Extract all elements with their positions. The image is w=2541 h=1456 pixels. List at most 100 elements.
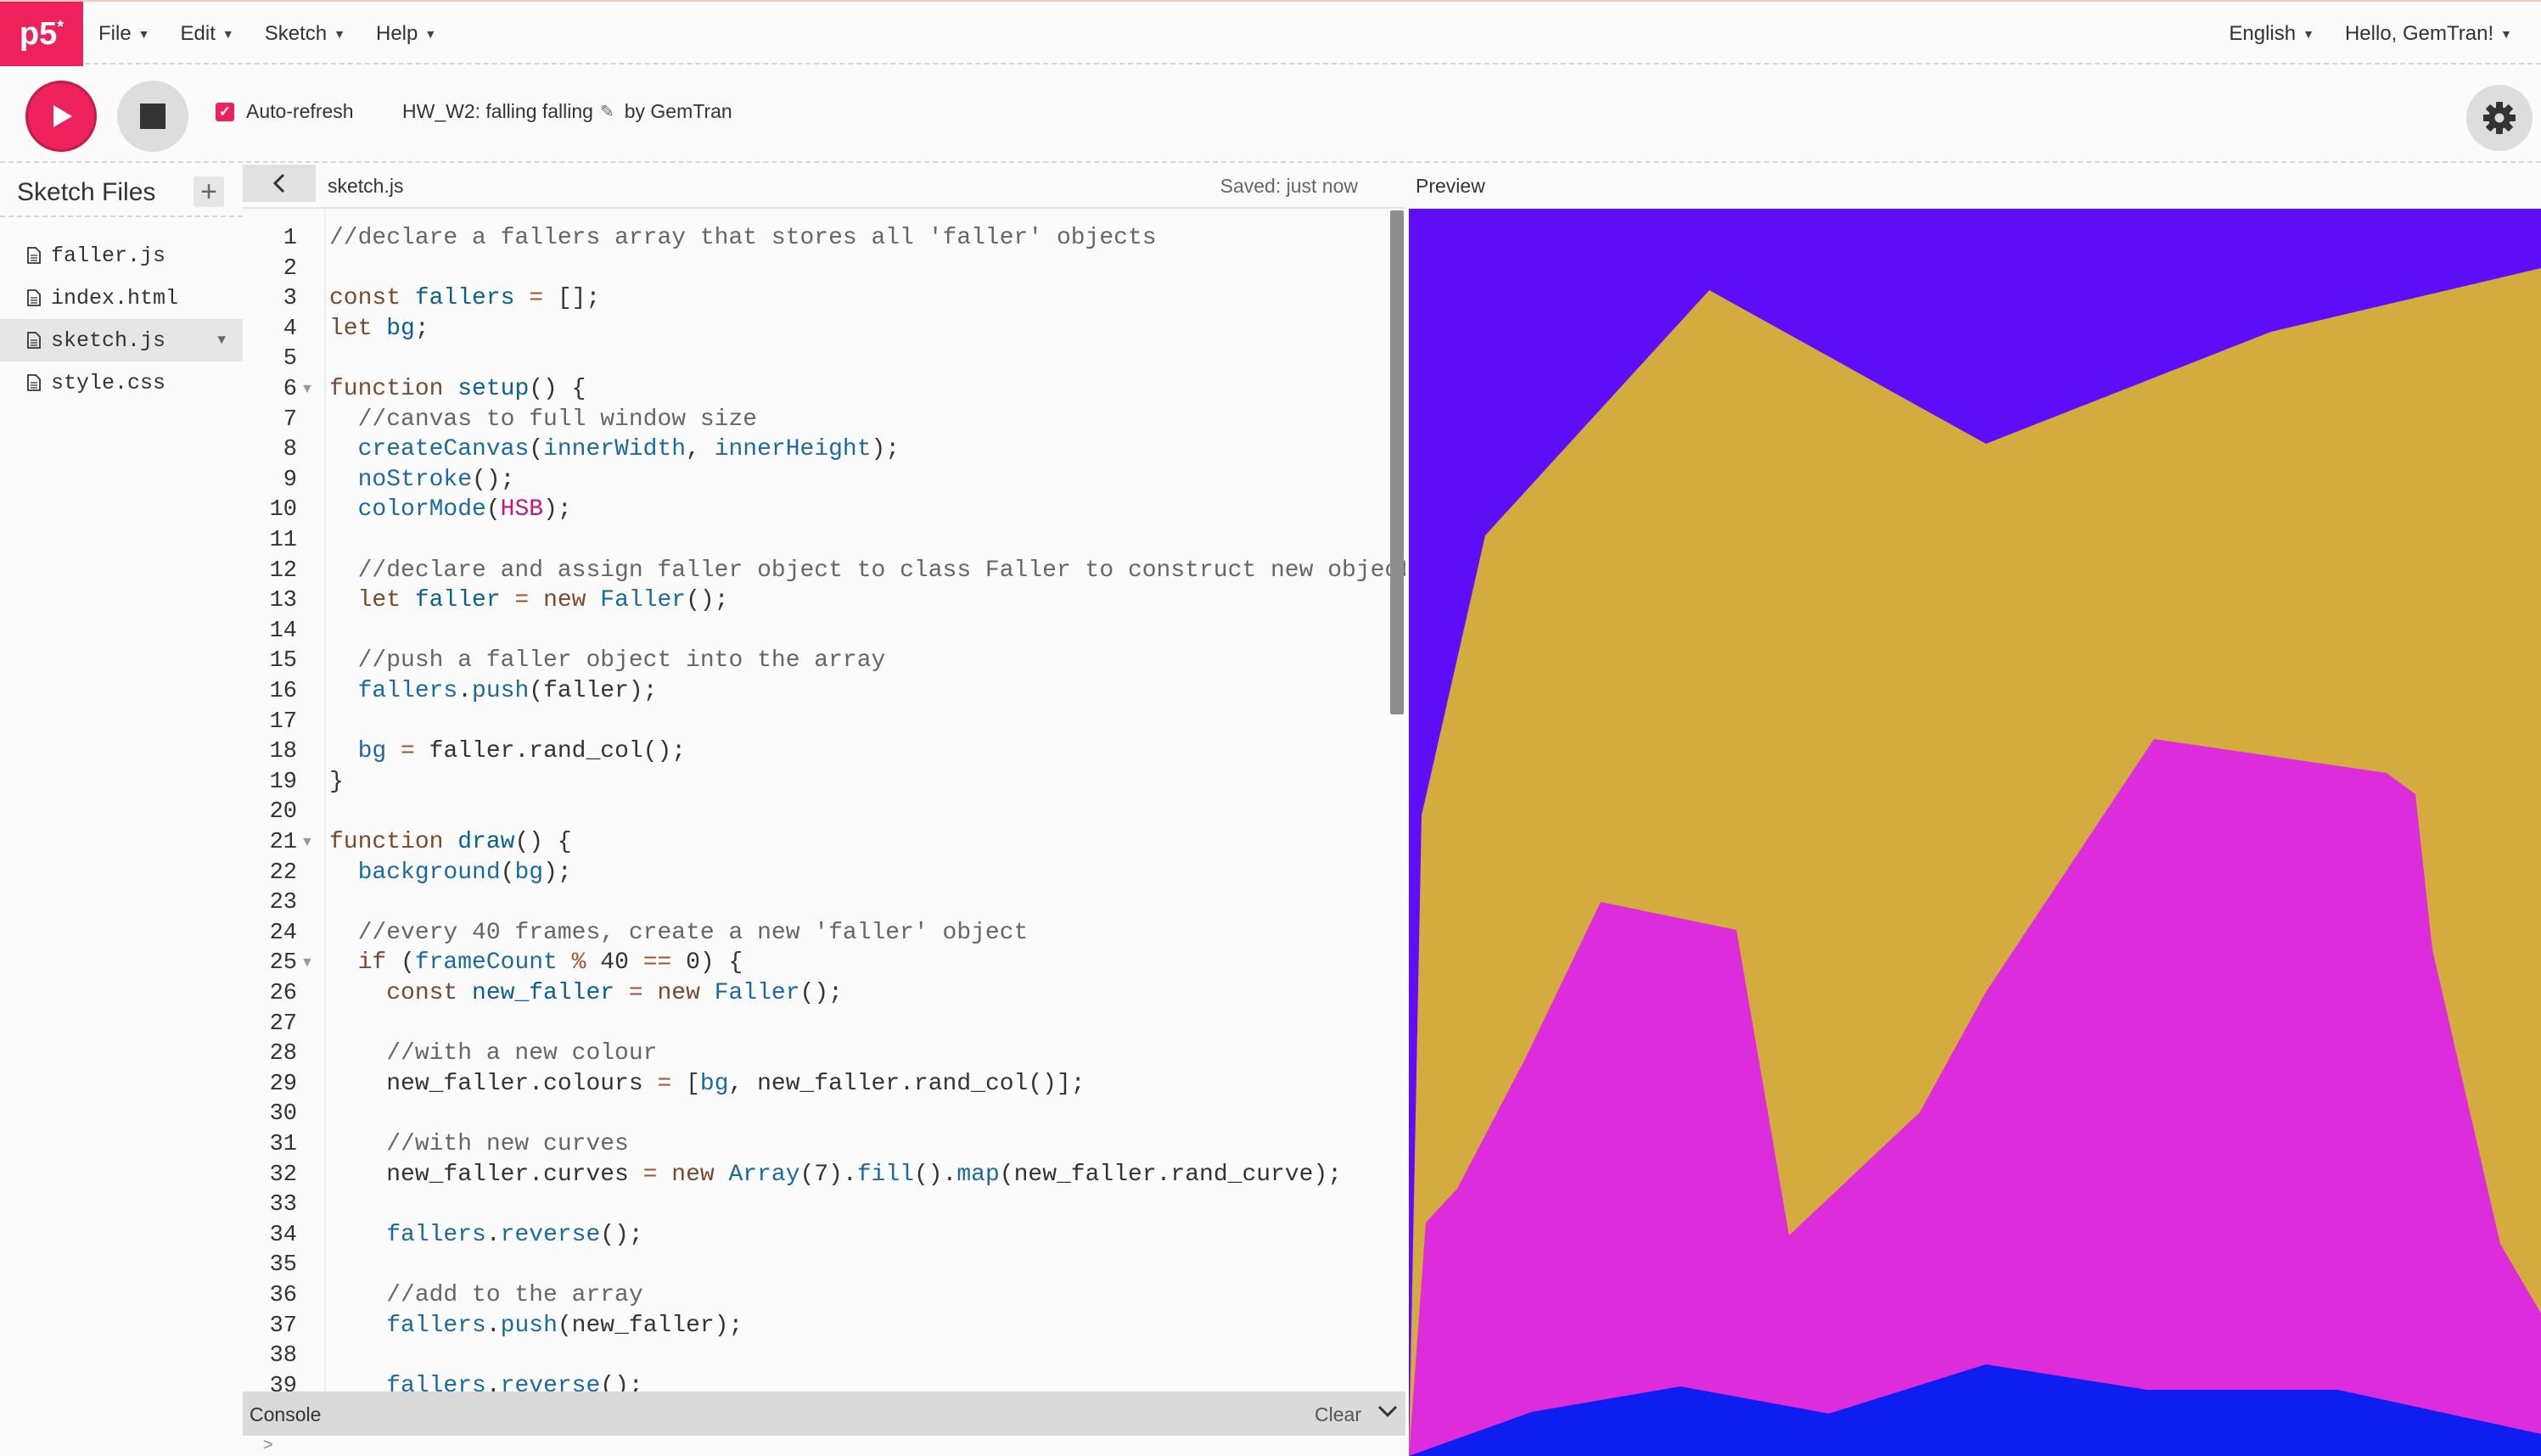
- add-file-button[interactable]: +: [194, 176, 224, 207]
- pencil-icon[interactable]: ✎: [600, 101, 614, 122]
- preview-canvas[interactable]: [1409, 209, 2541, 1456]
- code-line[interactable]: //every 40 frames, create a new 'faller'…: [329, 919, 1029, 948]
- code-line[interactable]: new_faller.colours = [bg, new_faller.ran…: [329, 1070, 1085, 1099]
- code-line[interactable]: fallers.push(faller);: [329, 677, 658, 706]
- code-token: new: [657, 980, 715, 1006]
- p5-logo[interactable]: p5 *: [0, 2, 83, 66]
- code-line[interactable]: let bg;: [329, 315, 429, 344]
- code-token: (: [485, 496, 501, 524]
- fold-triangle-icon[interactable]: ▼: [300, 375, 317, 404]
- file-item-index-html[interactable]: index.html: [0, 277, 243, 319]
- code-line[interactable]: const fallers = [];: [329, 284, 600, 313]
- file-item-sketch-js[interactable]: sketch.js ▼: [0, 319, 243, 361]
- code-token: .: [457, 678, 473, 704]
- line-number: 34: [269, 1222, 297, 1248]
- code-token: fallers: [386, 1372, 486, 1392]
- line-number: 21: [269, 830, 297, 855]
- code-token: Array: [728, 1161, 800, 1188]
- menu-file[interactable]: File ▼: [98, 22, 150, 46]
- menu-help-label: Help: [375, 22, 418, 45]
- code-token: =: [657, 1070, 687, 1097]
- sidebar-header: Sketch Files +: [0, 165, 243, 217]
- code-token: let: [329, 315, 387, 342]
- code-line[interactable]: //with a new colour: [329, 1039, 657, 1068]
- code-token: , new_faller.rand_col()];: [728, 1070, 1085, 1097]
- code-line[interactable]: function setup() {: [329, 375, 586, 404]
- code-token: new: [543, 587, 601, 614]
- code-line[interactable]: //canvas to full window size: [329, 406, 758, 434]
- auto-refresh-checkbox[interactable]: ✓: [216, 102, 234, 121]
- language-dropdown[interactable]: English ▼: [2229, 22, 2314, 46]
- code-token: ();: [686, 587, 729, 614]
- code-line[interactable]: const new_faller = new Faller();: [329, 979, 843, 1008]
- code-line[interactable]: //declare and assign faller object to cl…: [329, 557, 1405, 585]
- collapse-sidebar-button[interactable]: [243, 165, 316, 202]
- play-button[interactable]: [25, 81, 97, 152]
- line-number: 36: [269, 1283, 297, 1308]
- file-item-style-css[interactable]: style.css: [0, 361, 243, 404]
- code-token: [: [686, 1070, 700, 1097]
- code-line[interactable]: colorMode(HSB);: [329, 496, 572, 524]
- console-collapse-chevron-icon[interactable]: [1377, 1400, 1399, 1428]
- code-token: ();: [799, 980, 843, 1006]
- menu-edit[interactable]: Edit ▼: [181, 22, 234, 46]
- menu-help[interactable]: Help ▼: [376, 22, 436, 46]
- sketch-author[interactable]: by GemTran: [625, 100, 732, 123]
- code-token: if: [329, 949, 401, 977]
- file-list: faller.js index.html sketch.js ▼ style.c…: [0, 234, 243, 404]
- line-number: 31: [269, 1132, 297, 1157]
- code-token: draw: [457, 829, 515, 855]
- settings-button[interactable]: [2466, 85, 2533, 151]
- code-token: //push a faller object into the array: [329, 647, 886, 675]
- code-token: );: [543, 496, 572, 524]
- code-line[interactable]: //push a faller object into the array: [329, 647, 886, 675]
- code-token: fill: [856, 1161, 914, 1188]
- line-number: 20: [269, 799, 297, 826]
- line-number: 10: [269, 497, 297, 524]
- code-editor[interactable]: 1 2 3 4 5 6 ▼ 7 8 9 10 11 12 13 14 15 16 17 18 19 20 21 ▼ 22 23 2…: [243, 209, 1405, 1392]
- chevron-down-icon: ▼: [2500, 27, 2512, 41]
- code-line[interactable]: bg = faller.rand_col();: [329, 737, 686, 766]
- stop-button[interactable]: [117, 81, 188, 152]
- code-token: =: [614, 980, 658, 1006]
- code-line[interactable]: //declare a fallers array that stores al…: [329, 224, 1157, 253]
- code-line[interactable]: fallers.reverse();: [329, 1221, 642, 1250]
- code-line[interactable]: createCanvas(innerWidth, innerHeight);: [329, 435, 900, 464]
- code-line[interactable]: background(bg);: [329, 859, 572, 888]
- code-token: =: [500, 587, 544, 614]
- code-line[interactable]: if (frameCount % 40 == 0) {: [329, 949, 743, 977]
- sketch-name[interactable]: HW_W2: falling falling: [402, 100, 593, 123]
- menu-sketch[interactable]: Sketch ▼: [265, 22, 345, 46]
- code-token: function: [329, 829, 458, 855]
- user-dropdown[interactable]: Hello, GemTran! ▼: [2345, 22, 2512, 46]
- stop-icon: [140, 104, 165, 129]
- code-line[interactable]: //with new curves: [329, 1130, 629, 1159]
- code-token: ().: [913, 1161, 957, 1188]
- code-line[interactable]: fallers.reverse();: [329, 1372, 642, 1392]
- file-options-chevron-icon[interactable]: ▼: [217, 333, 226, 348]
- editor-scrollbar[interactable]: [1390, 210, 1404, 714]
- code-token: innerWidth: [543, 436, 687, 463]
- code-token: HSB: [500, 496, 544, 524]
- fold-triangle-icon[interactable]: ▼: [300, 949, 317, 977]
- code-line[interactable]: new_faller.curves = new Array(7).fill().…: [329, 1161, 1342, 1190]
- console-body[interactable]: >: [243, 1436, 1405, 1456]
- code-line[interactable]: fallers.push(new_faller);: [329, 1312, 743, 1341]
- code-token: //add to the array: [329, 1282, 643, 1308]
- line-number: 13: [269, 588, 297, 614]
- code-line[interactable]: }: [329, 768, 344, 797]
- fold-triangle-icon[interactable]: ▼: [300, 828, 317, 857]
- code-token: ;: [414, 315, 429, 342]
- code-line[interactable]: function draw() {: [329, 828, 572, 857]
- line-number: 30: [269, 1101, 297, 1128]
- code-area[interactable]: //declare a fallers array that stores al…: [324, 209, 1405, 1392]
- code-line[interactable]: //add to the array: [329, 1281, 643, 1310]
- console-clear-button[interactable]: Clear: [1315, 1403, 1361, 1426]
- file-item-faller-js[interactable]: faller.js: [0, 234, 243, 277]
- code-token: map: [956, 1161, 1000, 1188]
- code-token: //with a new colour: [329, 1040, 658, 1067]
- code-line[interactable]: noStroke();: [329, 466, 515, 495]
- code-line[interactable]: let faller = new Faller();: [329, 586, 729, 615]
